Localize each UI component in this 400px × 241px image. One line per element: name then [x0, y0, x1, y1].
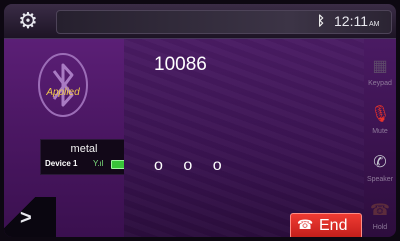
phone-hold-icon: ☎ [370, 202, 390, 219]
hold-button[interactable]: ☎ Hold [364, 197, 396, 237]
clock-ampm: AM [369, 21, 380, 28]
speaker-button[interactable]: ✆ Speaker [364, 149, 396, 191]
dialed-number: 10086 [154, 54, 207, 75]
mute-label: Mute [372, 128, 388, 135]
screen: ⚙ ᛒ 12:11AM Applied metal Device 1 Y.ıl … [4, 4, 396, 237]
keypad-icon: ▦ [372, 58, 388, 75]
call-progress-dots: o o o [154, 157, 230, 174]
end-call-label: End [319, 217, 348, 234]
bluetooth-icon: ᛒ [317, 13, 325, 28]
status-bar: ⚙ ᛒ 12:11AM [4, 4, 396, 39]
keypad-label: Keypad [368, 80, 392, 87]
microphone-icon: 🎙 [370, 106, 391, 123]
connection-status: Applied [46, 87, 80, 98]
clock: 12:11AM [334, 12, 392, 30]
device-name: metal [70, 143, 98, 155]
side-menu: ▦ Keypad 🎙 Mute ✆ Speaker ☎ Hold [364, 39, 396, 237]
gear-icon[interactable]: ⚙ [14, 9, 42, 33]
clock-time: 12:11 [334, 13, 368, 29]
hang-up-icon: ☎ [297, 217, 314, 232]
battery-icon [111, 160, 125, 169]
keypad-button[interactable]: ▦ Keypad [364, 53, 396, 95]
speaker-icon: ✆ [373, 154, 387, 171]
call-area: 10086 o o o ☎ End [124, 39, 364, 237]
hold-label: Hold [372, 224, 388, 231]
mute-button[interactable]: 🎙 Mute [364, 101, 396, 143]
chevron-right-icon[interactable]: > [20, 207, 36, 229]
device-label: Device 1 [45, 159, 78, 168]
connection-panel: Applied metal Device 1 Y.ıl > [4, 39, 128, 237]
device-card[interactable]: metal Device 1 Y.ıl [40, 139, 128, 175]
signal-bars-icon: Y.ıl [93, 159, 104, 168]
speaker-label: Speaker [366, 176, 394, 183]
end-call-button[interactable]: ☎ End [290, 213, 362, 237]
